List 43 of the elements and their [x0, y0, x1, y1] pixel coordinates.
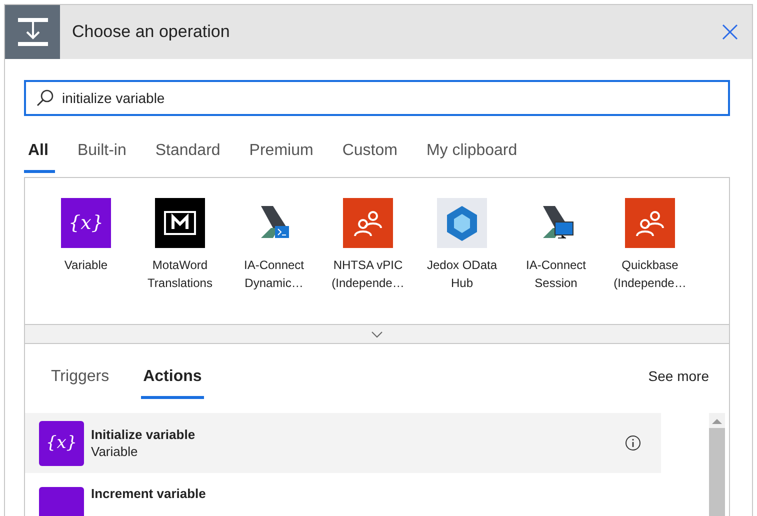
- connector-name: Quickbase (Independe…: [612, 257, 688, 292]
- result-tab[interactable]: Triggers: [49, 364, 112, 399]
- connector-tile[interactable]: MotaWord Translations: [133, 198, 227, 292]
- operation-icon: [5, 5, 60, 59]
- connector-name: IA-Connect Session: [524, 257, 588, 292]
- connector-name: Variable: [63, 257, 109, 274]
- book-icon: [155, 198, 205, 248]
- category-tab[interactable]: My clipboard: [422, 136, 524, 173]
- connector-name: NHTSA vPIC (Independe…: [330, 257, 406, 292]
- variable-icon: {x}: [39, 420, 84, 466]
- expand-bar[interactable]: [24, 325, 730, 344]
- connector-name: Jedox OData Hub: [426, 257, 498, 292]
- result-tab[interactable]: Actions: [141, 364, 204, 399]
- category-tab[interactable]: Built-in: [73, 136, 134, 173]
- cube-icon: [437, 198, 487, 248]
- people-icon: [625, 198, 675, 248]
- dialog-title: Choose an operation: [72, 22, 231, 42]
- action-title: Initialize variable: [91, 427, 196, 442]
- connector-tile[interactable]: NHTSA vPIC (Independe…: [321, 198, 415, 292]
- chevron-down-icon: [371, 330, 383, 338]
- connector-name: MotaWord Translations: [146, 257, 214, 292]
- category-tab[interactable]: Standard: [151, 136, 228, 173]
- action-title: Increment variable: [91, 487, 207, 501]
- connector-label: Variable: [91, 444, 139, 459]
- connector-tile[interactable]: {x} Variable: [39, 198, 133, 292]
- connector-tile[interactable]: Quickbase (Independe…: [603, 198, 697, 292]
- category-tab[interactable]: Custom: [338, 136, 404, 173]
- category-tab[interactable]: All: [24, 136, 56, 173]
- connector-tile[interactable]: Jedox OData Hub: [415, 198, 509, 292]
- search-field[interactable]: initialize variable: [24, 80, 730, 116]
- scrollbar[interactable]: [709, 413, 725, 516]
- action-row[interactable]: Increment variable: [25, 485, 661, 516]
- see-more-link[interactable]: See more: [648, 364, 709, 388]
- search-icon: [36, 89, 54, 107]
- connector-tile[interactable]: IA-Connect Dynamic…: [227, 198, 321, 292]
- variable-icon: {x}: [61, 198, 111, 248]
- scroll-up-icon[interactable]: [712, 418, 722, 424]
- connector-name: IA-Connect Dynamic…: [242, 257, 306, 292]
- people-icon: [343, 198, 393, 248]
- category-tab[interactable]: Premium: [245, 136, 320, 173]
- action-row[interactable]: {x} Initialize variable Variable: [25, 413, 661, 473]
- connector-tile[interactable]: IA-Connect Session: [509, 198, 603, 292]
- info-icon[interactable]: [625, 435, 641, 451]
